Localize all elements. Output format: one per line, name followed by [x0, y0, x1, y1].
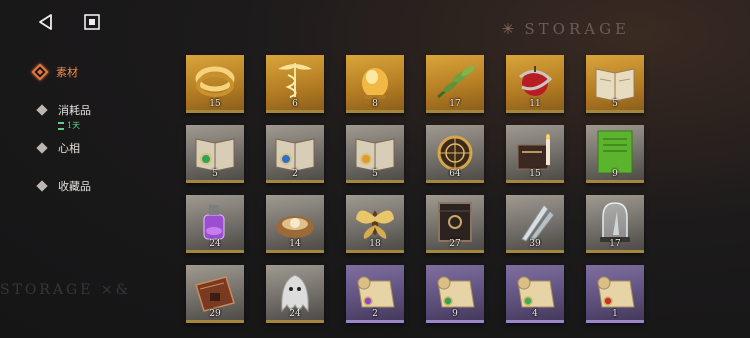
sun-emblem-icon: ✳ — [501, 20, 519, 38]
caduceus-charm-icon — [278, 63, 312, 98]
item-slot[interactable]: 8 — [346, 55, 404, 113]
item-count: 5 — [372, 169, 378, 179]
item-slot[interactable]: 27 — [426, 195, 484, 253]
item-count: 18 — [369, 239, 381, 249]
sidebar-item-label: 素材 — [56, 66, 78, 79]
item-slot[interactable]: 24 — [186, 195, 244, 253]
dark-grimoire-icon — [438, 202, 472, 242]
item-count: 15 — [209, 99, 221, 109]
herb-branch-icon — [437, 65, 475, 99]
expiry-timer: 1天 — [58, 120, 91, 131]
item-count: 24 — [289, 309, 301, 319]
item-count: 27 — [449, 239, 461, 249]
purple-vial-icon — [203, 205, 225, 240]
back-button[interactable] — [34, 10, 58, 34]
item-count: 2 — [292, 169, 298, 179]
item-slot[interactable]: 17 — [586, 195, 644, 253]
item-slot[interactable]: 2 — [266, 125, 324, 183]
item-slot[interactable]: 18 — [346, 195, 404, 253]
sidebar-item-consumables[interactable]: 消耗品 1天 — [32, 102, 142, 140]
sidebar-item-psyche[interactable]: 心相 — [32, 140, 142, 178]
back-arrow-icon — [39, 14, 52, 30]
item-slot[interactable]: 4 — [506, 265, 564, 323]
item-count: 5 — [212, 169, 218, 179]
sidebar-item-collectibles[interactable]: 收藏品 — [32, 178, 142, 216]
serpent-apple-icon — [519, 66, 553, 96]
item-count: 29 — [209, 309, 221, 319]
scroll-green-gem-2-icon — [517, 276, 555, 308]
item-slot[interactable]: 5 — [346, 125, 404, 183]
item-count: 64 — [449, 169, 461, 179]
candle-tome-icon — [517, 134, 550, 170]
silver-feathers-icon — [521, 204, 555, 242]
item-count: 39 — [529, 239, 541, 249]
bell-jar-icon — [600, 202, 630, 242]
item-count: 1 — [612, 309, 618, 319]
item-count: 6 — [292, 99, 298, 109]
amber-egg-icon — [362, 68, 388, 99]
scroll-purple-gem-icon — [357, 276, 395, 308]
diamond-icon — [36, 142, 48, 154]
scroll-red-gem-icon — [597, 276, 635, 308]
item-slot[interactable]: 6 — [266, 55, 324, 113]
item-slot[interactable]: 9 — [586, 125, 644, 183]
item-count: 9 — [452, 309, 458, 319]
item-count: 8 — [372, 99, 378, 109]
item-slot[interactable]: 17 — [426, 55, 484, 113]
sidebar-item-label: 收藏品 — [58, 180, 91, 193]
sidebar-item-label: 消耗品 — [58, 104, 91, 117]
item-count: 2 — [372, 309, 378, 319]
amber-gem-book-icon — [355, 138, 395, 172]
green-gem-book-icon — [195, 138, 235, 172]
item-count: 5 — [612, 99, 618, 109]
item-grid: 15 6 8 17 11 5 5 2 5 64 15 9 24 14 18 27 39 17 29 24 2 9 4 1 — [186, 55, 644, 323]
leather-case-icon — [195, 276, 235, 312]
item-slot[interactable]: 5 — [186, 125, 244, 183]
blue-gem-book-icon — [275, 138, 315, 172]
item-slot[interactable]: 2 — [346, 265, 404, 323]
item-slot[interactable]: 64 — [426, 125, 484, 183]
item-slot[interactable]: 1 — [586, 265, 644, 323]
item-slot[interactable]: 15 — [186, 55, 244, 113]
item-slot[interactable]: 24 — [266, 265, 324, 323]
open-book-icon — [595, 68, 635, 102]
stop-button[interactable] — [80, 10, 104, 34]
scroll-green-gem-icon — [437, 276, 475, 308]
golden-ring-icon — [195, 66, 235, 97]
item-count: 11 — [529, 99, 541, 109]
astrolabe-icon — [437, 135, 473, 171]
storage-watermark: STORAGE ×& — [0, 282, 132, 298]
bird-nest-icon — [276, 216, 314, 238]
item-count: 17 — [609, 239, 621, 249]
item-slot[interactable]: 5 — [586, 55, 644, 113]
item-count: 17 — [449, 99, 461, 109]
hourglass-icon — [58, 121, 64, 130]
category-sidebar: 素材 消耗品 1天 心相 收藏品 — [31, 63, 142, 216]
item-count: 15 — [529, 169, 541, 179]
green-manuscript-icon — [597, 130, 633, 173]
item-slot[interactable]: 15 — [506, 125, 564, 183]
item-slot[interactable]: 11 — [506, 55, 564, 113]
golden-moth-icon — [356, 210, 394, 239]
item-count: 24 — [209, 239, 221, 249]
item-slot[interactable]: 9 — [426, 265, 484, 323]
diamond-icon — [36, 104, 48, 116]
storage-title: ✳ STORAGE — [501, 20, 630, 38]
item-slot[interactable]: 39 — [506, 195, 564, 253]
item-slot[interactable]: 29 — [186, 265, 244, 323]
stop-square-icon — [84, 14, 100, 30]
item-count: 9 — [612, 169, 618, 179]
item-count: 4 — [532, 309, 538, 319]
item-count: 14 — [289, 239, 301, 249]
item-slot[interactable]: 14 — [266, 195, 324, 253]
active-diamond-icon — [31, 63, 49, 81]
diamond-icon — [36, 180, 48, 192]
sidebar-item-materials[interactable]: 素材 — [31, 63, 142, 102]
ghost-cloth-icon — [281, 274, 309, 313]
sidebar-item-label: 心相 — [58, 142, 80, 155]
